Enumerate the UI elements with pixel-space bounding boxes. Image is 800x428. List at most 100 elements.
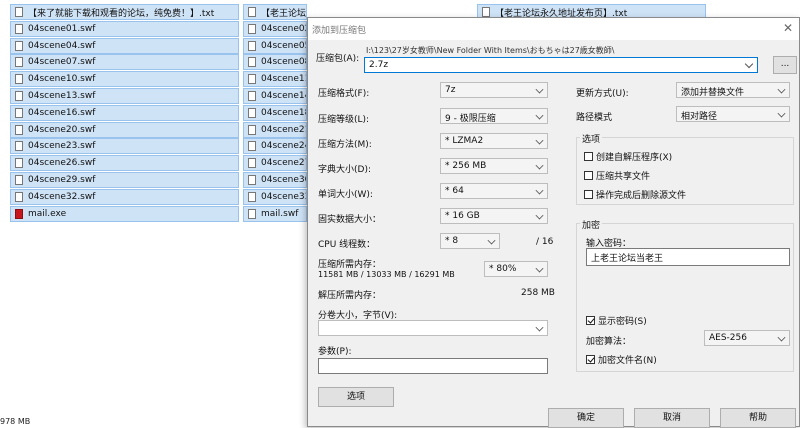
level-value: 9 - 极限压缩 bbox=[445, 114, 496, 124]
dict-select[interactable]: * 256 MB bbox=[440, 158, 548, 174]
cpu-select[interactable]: * 8 bbox=[440, 233, 500, 249]
file-item[interactable]: 04scene01.swf bbox=[10, 20, 239, 37]
split-select[interactable] bbox=[318, 320, 548, 336]
cpu-label: CPU 线程数： bbox=[318, 240, 376, 250]
exe-file-icon bbox=[15, 208, 23, 219]
file-name: 04scene13.swf bbox=[28, 91, 96, 101]
file-item[interactable]: 04scene20.swf bbox=[10, 121, 239, 138]
checkbox-checked[interactable] bbox=[586, 316, 595, 325]
file-item[interactable]: 【来了就能下载和观看的论坛，纯免费！】.txt bbox=[10, 4, 239, 20]
checkbox-box[interactable] bbox=[584, 171, 593, 180]
file-item[interactable]: 04scene07.swf bbox=[10, 54, 239, 71]
mem-detail: 11581 MB / 13033 MB / 16291 MB bbox=[318, 270, 455, 279]
file-icon bbox=[15, 91, 23, 101]
update-select[interactable]: 添加并替换文件 bbox=[676, 82, 790, 98]
file-item[interactable]: 04scene04.swf bbox=[10, 37, 239, 54]
browse-button[interactable]: ... bbox=[773, 56, 797, 74]
dialog-title: 添加到压缩包 bbox=[312, 26, 367, 36]
archive-name-input[interactable]: 2.7z bbox=[364, 57, 758, 73]
file-name: mail.swf bbox=[261, 208, 299, 219]
sfx-label: 创建自解压程序(X) bbox=[596, 153, 673, 163]
file-item[interactable]: 04scene27. bbox=[243, 155, 307, 172]
file-name: 04scene11. bbox=[261, 74, 306, 85]
file-item[interactable]: 04scene08. bbox=[243, 54, 307, 71]
file-item[interactable]: 04scene29.swf bbox=[10, 172, 239, 188]
file-item[interactable]: 04scene21. bbox=[243, 121, 307, 138]
file-item[interactable]: 04scene10.swf bbox=[10, 71, 239, 88]
file-item[interactable]: 04scene18. bbox=[243, 104, 307, 121]
file-name: 04scene33. bbox=[261, 191, 306, 202]
close-icon[interactable]: ✕ bbox=[783, 21, 793, 35]
file-item[interactable]: 04scene14. bbox=[243, 88, 307, 104]
file-name: 04scene05. bbox=[261, 40, 306, 51]
shared-checkbox[interactable]: 压缩共享文件 bbox=[584, 169, 650, 182]
file-name: 【老王论坛介绍】.txt bbox=[261, 8, 307, 19]
file-item[interactable]: mail.swf bbox=[243, 205, 307, 222]
file-icon bbox=[15, 107, 23, 118]
file-item[interactable]: 04scene23.swf bbox=[10, 138, 239, 155]
format-select[interactable]: 7z bbox=[440, 82, 548, 98]
archive-path: I:\123\27岁女教师\New Folder With Items\おもちゃ… bbox=[366, 46, 615, 55]
file-item[interactable]: 【老王论坛介绍】.txt bbox=[243, 4, 307, 20]
help-button[interactable]: 帮助 bbox=[720, 408, 796, 428]
file-name: 04scene32.swf bbox=[28, 191, 96, 202]
level-label: 压缩等级(L): bbox=[318, 115, 370, 125]
file-item[interactable]: 04scene11. bbox=[243, 71, 307, 88]
file-item[interactable]: mail.exe bbox=[10, 205, 239, 222]
file-item[interactable]: 04scene05. bbox=[243, 37, 307, 54]
chevron-down-icon bbox=[535, 323, 544, 332]
file-icon bbox=[15, 175, 23, 185]
options-group-title: 选项 bbox=[580, 132, 603, 145]
password-input[interactable]: 上老王论坛当老王 bbox=[586, 248, 790, 266]
file-icon bbox=[248, 74, 256, 85]
params-input[interactable] bbox=[318, 358, 548, 374]
decomp-label: 解压所需内存： bbox=[318, 291, 382, 301]
file-item[interactable]: 04scene30. bbox=[243, 172, 307, 188]
enc-method-select[interactable]: AES-256 bbox=[704, 330, 790, 346]
chevron-down-icon bbox=[535, 85, 544, 94]
file-item[interactable]: 04scene33. bbox=[243, 188, 307, 205]
word-value: * 64 bbox=[445, 186, 464, 196]
cpu-value: * 8 bbox=[445, 236, 459, 246]
checkbox-checked[interactable] bbox=[586, 355, 595, 364]
pathmode-select[interactable]: 相对路径 bbox=[676, 106, 790, 122]
params-label: 参数(P): bbox=[318, 347, 352, 357]
file-item[interactable]: 04scene32.swf bbox=[10, 188, 239, 205]
file-name: 04scene16.swf bbox=[28, 107, 96, 118]
file-item[interactable]: 04scene02. bbox=[243, 20, 307, 37]
archive-name-value: 2.7z bbox=[369, 60, 389, 70]
delete-label: 操作完成后删除源文件 bbox=[596, 191, 687, 201]
mem-select[interactable]: * 80% bbox=[484, 261, 548, 277]
file-icon bbox=[15, 74, 23, 85]
chevron-down-icon[interactable] bbox=[744, 59, 754, 69]
checkbox-box[interactable] bbox=[584, 190, 593, 199]
ok-button[interactable]: 确定 bbox=[548, 408, 624, 428]
file-name: 04scene01.swf bbox=[28, 23, 96, 34]
options-button[interactable]: 选项 bbox=[318, 387, 394, 407]
show-password-checkbox[interactable]: 显示密码(S) bbox=[586, 314, 647, 327]
cancel-button[interactable]: 取消 bbox=[634, 408, 710, 428]
method-label: 压缩方法(M): bbox=[318, 140, 372, 150]
file-name: 04scene14. bbox=[261, 91, 306, 101]
archive-label: 压缩包(A): bbox=[316, 54, 360, 64]
dict-label: 字典大小(D): bbox=[318, 165, 371, 175]
file-item[interactable]: 04scene13.swf bbox=[10, 88, 239, 104]
file-name: 04scene18. bbox=[261, 107, 306, 118]
level-select[interactable]: 9 - 极限压缩 bbox=[440, 108, 548, 124]
word-label: 单词大小(W): bbox=[318, 190, 373, 200]
file-item[interactable]: 04scene26.swf bbox=[10, 155, 239, 172]
chevron-down-icon bbox=[535, 136, 544, 145]
file-icon bbox=[15, 7, 23, 17]
delete-checkbox[interactable]: 操作完成后删除源文件 bbox=[584, 188, 686, 201]
sfx-checkbox[interactable]: 创建自解压程序(X) bbox=[584, 150, 672, 163]
file-item[interactable]: 04scene16.swf bbox=[10, 104, 239, 121]
chevron-down-icon bbox=[535, 161, 544, 170]
solid-select[interactable]: * 16 GB bbox=[440, 208, 548, 224]
checkbox-box[interactable] bbox=[584, 152, 593, 161]
encrypt-names-checkbox[interactable]: 加密文件名(N) bbox=[586, 353, 657, 366]
file-name: 04scene24. bbox=[261, 141, 306, 152]
method-select[interactable]: * LZMA2 bbox=[440, 133, 548, 149]
file-item[interactable]: 04scene24. bbox=[243, 138, 307, 155]
word-select[interactable]: * 64 bbox=[440, 183, 548, 199]
chevron-down-icon bbox=[535, 186, 544, 195]
